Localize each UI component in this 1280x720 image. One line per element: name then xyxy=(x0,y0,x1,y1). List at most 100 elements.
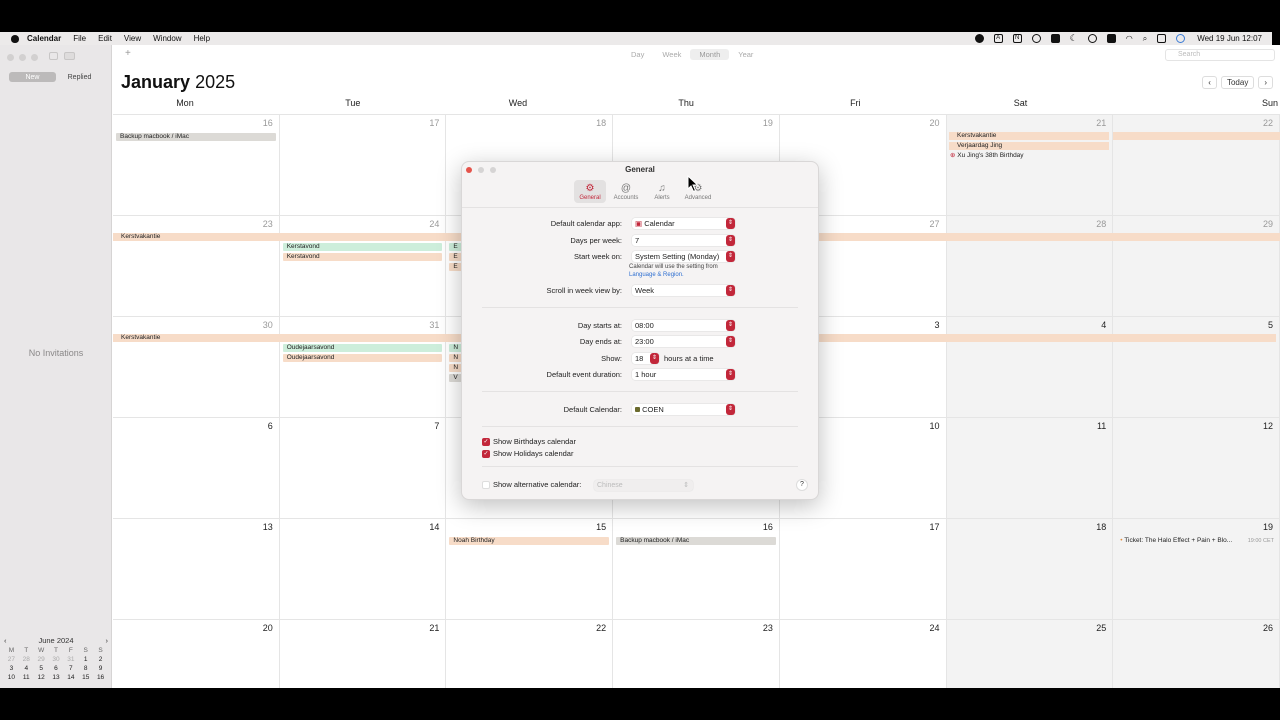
apple-icon[interactable] xyxy=(11,34,19,43)
sync-icon[interactable] xyxy=(1031,34,1041,43)
event-verjaardag-jing[interactable]: Verjaardag Jing xyxy=(949,142,1109,150)
keyboard-icon[interactable] xyxy=(1106,34,1116,43)
day-starts-select[interactable]: 08:00 ⇕ xyxy=(632,320,735,331)
event-kerstavond[interactable]: Kerstavond xyxy=(282,243,443,251)
wifi-icon[interactable]: ◠ xyxy=(1126,34,1133,43)
day-cell[interactable]: 12 xyxy=(1113,417,1280,518)
show-birthdays-checkbox[interactable]: ✓ Show Birthdays calendar xyxy=(482,437,576,446)
view-week[interactable]: Week xyxy=(653,49,690,60)
add-event-button[interactable]: + xyxy=(125,48,131,59)
close-button[interactable] xyxy=(7,54,14,61)
day-cell[interactable]: 16 Backup macbook / iMac xyxy=(613,518,780,619)
tab-general[interactable]: ⚙ General xyxy=(574,180,606,203)
day-cell[interactable]: 22 xyxy=(446,619,614,688)
prev-month-button[interactable]: ‹ xyxy=(1202,76,1217,89)
day-cell[interactable]: 20 xyxy=(113,619,280,688)
event-backup-macbook[interactable]: Backup macbook / iMac xyxy=(116,133,276,141)
day-cell[interactable]: 29 xyxy=(1113,215,1280,316)
day-cell[interactable]: 7 xyxy=(279,417,447,518)
mini-day[interactable]: 10 xyxy=(4,674,19,681)
menu-view[interactable]: View xyxy=(124,34,141,43)
event-ticket-halo-effect[interactable]: • Ticket: The Halo Effect + Pain + Blo..… xyxy=(1116,537,1276,545)
mini-day[interactable]: 30 xyxy=(49,656,64,663)
event-oudejaarsavond[interactable]: Oudejaarsavond xyxy=(282,354,443,362)
segment-replied[interactable]: Replied xyxy=(56,72,103,82)
day-cell[interactable]: 16 Backup macbook / iMac xyxy=(113,114,280,215)
view-year[interactable]: Year xyxy=(729,49,762,60)
language-region-link[interactable]: Language & Region. xyxy=(629,272,684,278)
mini-day[interactable]: 6 xyxy=(49,665,64,672)
show-alt-calendar-checkbox[interactable]: Show alternative calendar: xyxy=(482,480,581,489)
day-cell[interactable]: 22 xyxy=(1113,114,1280,215)
mini-day[interactable]: 12 xyxy=(34,674,49,681)
mini-day[interactable]: 3 xyxy=(4,665,19,672)
day-cell[interactable]: 25 xyxy=(946,619,1114,688)
event-xu-jing-birthday[interactable]: ⊕ Xu Jing's 38th Birthday xyxy=(949,152,1109,160)
moon-icon[interactable]: ☾ xyxy=(1070,33,1078,44)
day-cell[interactable]: 23 xyxy=(613,619,780,688)
event-backup-macbook[interactable]: Backup macbook / iMac xyxy=(616,537,776,545)
user-icon[interactable] xyxy=(1087,34,1097,43)
show-hours-select[interactable]: 18 ⇕ xyxy=(632,353,659,364)
event-noah-birthday[interactable]: Noah Birthday xyxy=(449,537,610,545)
day-cell[interactable]: 18 xyxy=(946,518,1114,619)
event-oudejaarsavond[interactable]: Oudejaarsavond xyxy=(282,344,443,352)
day-cell[interactable]: 13 xyxy=(113,518,280,619)
day-cell[interactable]: 21 xyxy=(946,114,1114,215)
start-week-select[interactable]: System Setting (Monday) ⇕ xyxy=(632,251,735,262)
control-center-icon[interactable] xyxy=(1157,34,1167,43)
day-cell[interactable]: 24 Kerstavond Kerstavond xyxy=(279,215,447,316)
zoom-button[interactable] xyxy=(31,54,38,61)
cloud-icon[interactable] xyxy=(1050,34,1060,43)
mini-day[interactable]: 13 xyxy=(49,674,64,681)
event-kerstvakantie-1-sun[interactable] xyxy=(1113,132,1280,140)
menu-file[interactable]: File xyxy=(73,34,86,43)
day-cell[interactable]: 5 xyxy=(1113,316,1280,417)
day-cell[interactable]: 26 xyxy=(1113,619,1280,688)
day-cell[interactable]: 19 • Ticket: The Halo Effect + Pain + Blo… xyxy=(1113,518,1280,619)
tab-accounts[interactable]: @ Accounts xyxy=(610,180,642,203)
show-holidays-checkbox[interactable]: ✓ Show Holidays calendar xyxy=(482,449,573,458)
mini-day[interactable]: 8 xyxy=(78,665,93,672)
day-cell[interactable]: 15 Noah Birthday xyxy=(446,518,614,619)
day-cell[interactable]: 11 xyxy=(946,417,1114,518)
mini-day[interactable]: 4 xyxy=(19,665,34,672)
record-icon[interactable] xyxy=(974,34,984,43)
mini-day[interactable]: 5 xyxy=(34,665,49,672)
mini-next-icon[interactable]: › xyxy=(105,636,108,645)
day-cell[interactable]: 21 xyxy=(279,619,447,688)
day-cell[interactable]: 24 xyxy=(779,619,947,688)
day-cell[interactable]: 31 Oudejaarsavond Oudejaarsavond xyxy=(279,316,447,417)
mini-day[interactable]: 15 xyxy=(78,674,93,681)
menu-edit[interactable]: Edit xyxy=(98,34,112,43)
days-per-week-select[interactable]: 7 ⇕ xyxy=(632,235,735,246)
today-button[interactable]: Today xyxy=(1220,76,1255,89)
day-cell[interactable]: 17 xyxy=(779,518,947,619)
notion-icon[interactable]: N xyxy=(1012,34,1022,43)
event-kerstvakantie-1[interactable]: Kerstvakantie xyxy=(949,132,1109,140)
menu-app[interactable]: Calendar xyxy=(27,34,61,43)
segment-new[interactable]: New xyxy=(9,72,56,82)
day-cell[interactable]: 23 xyxy=(113,215,280,316)
day-cell[interactable]: 6 xyxy=(113,417,280,518)
help-button[interactable]: ? xyxy=(796,479,808,491)
mini-day[interactable]: 28 xyxy=(19,656,34,663)
mini-day[interactable]: 2 xyxy=(93,656,108,663)
mini-day[interactable]: 31 xyxy=(63,656,78,663)
view-month[interactable]: Month xyxy=(690,49,730,60)
mini-day[interactable]: 27 xyxy=(4,656,19,663)
calendar-list-icon[interactable] xyxy=(49,52,58,60)
inbox-icon[interactable] xyxy=(64,52,75,60)
day-ends-select[interactable]: 23:00 ⇕ xyxy=(632,336,735,347)
alt-calendar-select[interactable]: Chinese ⇕ xyxy=(594,480,693,491)
day-cell[interactable]: 17 xyxy=(279,114,447,215)
mini-day[interactable]: 29 xyxy=(34,656,49,663)
default-app-select[interactable]: ▣ Calendar ⇕ xyxy=(632,218,735,229)
clock[interactable]: Wed 19 Jun 12:07 xyxy=(1197,34,1262,43)
mini-prev-icon[interactable]: ‹ xyxy=(4,636,7,645)
app-a-icon[interactable]: A xyxy=(993,34,1003,43)
mini-day[interactable]: 7 xyxy=(63,665,78,672)
day-cell[interactable]: 4 xyxy=(946,316,1114,417)
menu-window[interactable]: Window xyxy=(153,34,181,43)
tab-alerts[interactable]: ♫ Alerts xyxy=(646,180,678,203)
